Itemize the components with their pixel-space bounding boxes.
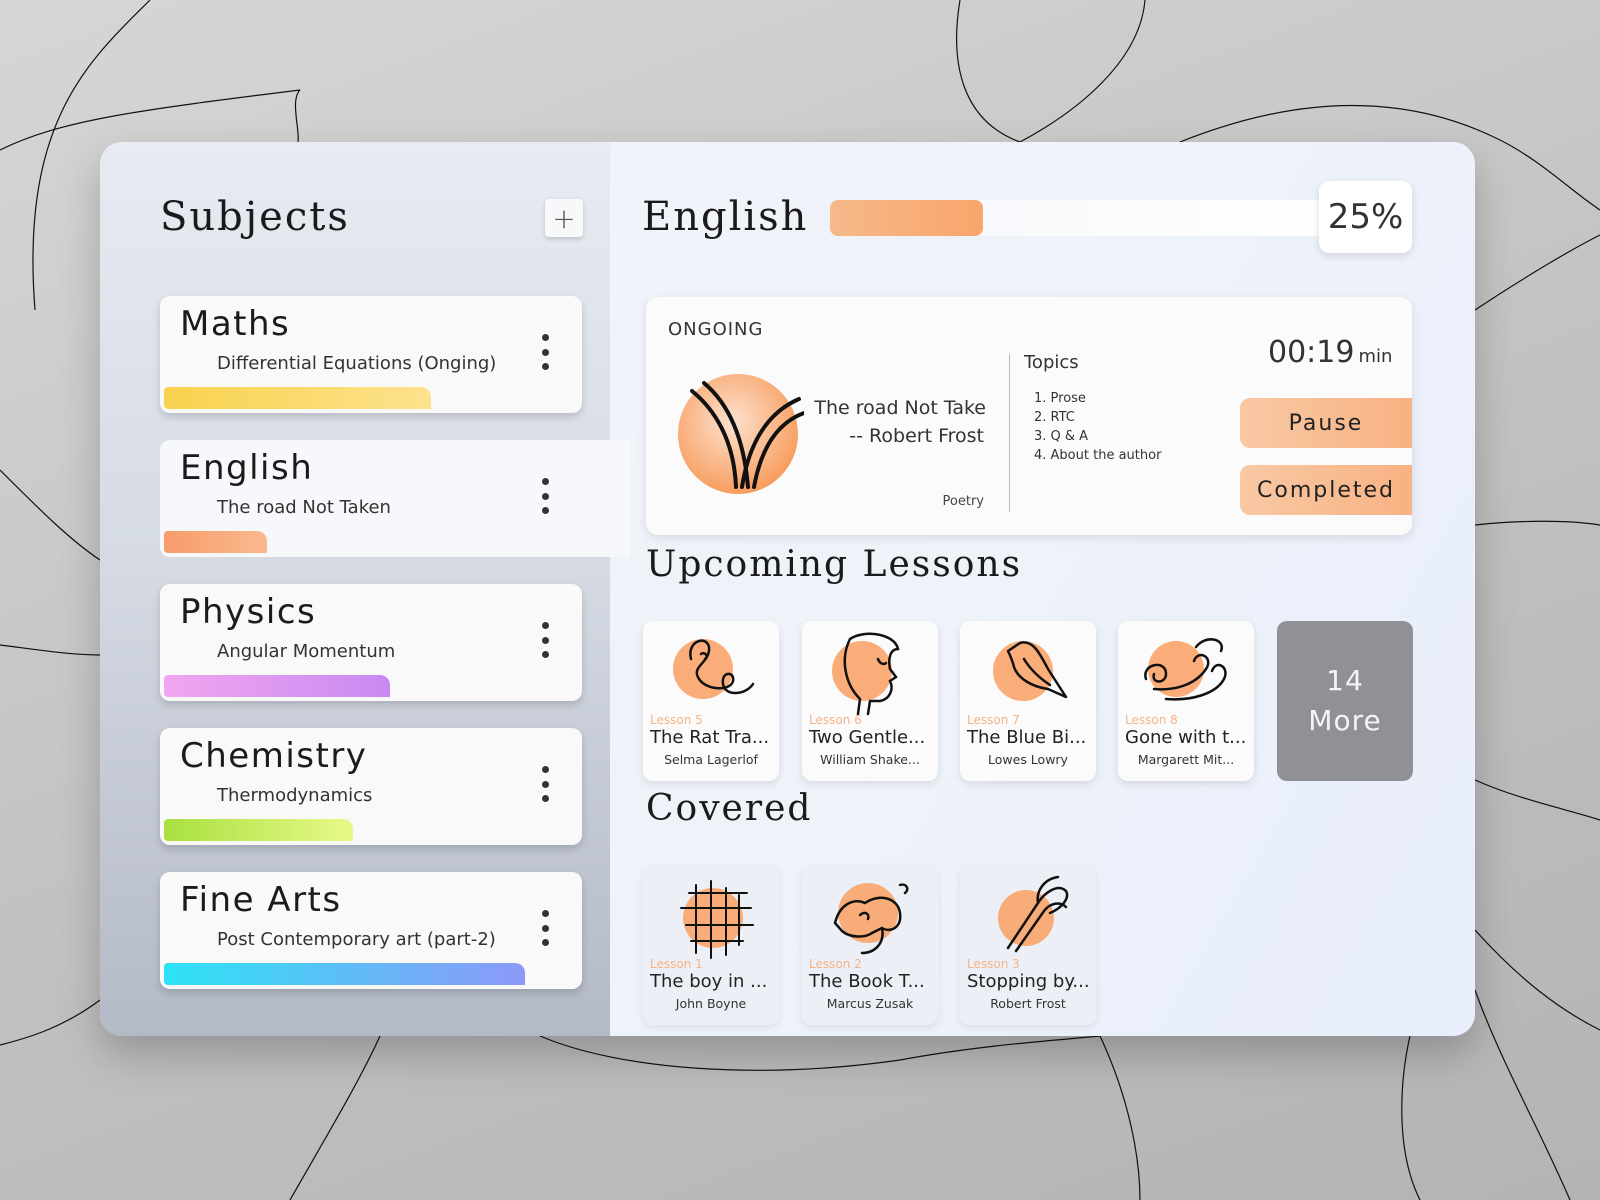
divider <box>1009 354 1010 512</box>
app-window: Subjects + Maths Differential Equations … <box>100 142 1475 1036</box>
lesson-author: Lowes Lowry <box>988 752 1068 767</box>
subject-progress-bar <box>164 387 431 409</box>
subject-progress-bar <box>164 531 267 553</box>
sidebar: Subjects + Maths Differential Equations … <box>100 142 630 1036</box>
course-progress-track <box>830 200 1330 236</box>
road-fork-icon <box>678 374 804 494</box>
subject-topic: Thermodynamics <box>217 785 373 806</box>
lesson-title: The Book T... <box>809 971 925 992</box>
subject-name: Fine Arts <box>180 880 342 920</box>
more-options-icon[interactable] <box>538 622 552 658</box>
wind-icon <box>1144 638 1227 701</box>
lesson-title: Two Gentle... <box>809 727 926 748</box>
completed-button[interactable]: Completed <box>1240 465 1412 515</box>
lesson-number: Lesson 3 <box>967 957 1020 971</box>
ongoing-lesson-title: The road Not Take <box>814 397 986 419</box>
subject-card-fine-arts[interactable]: Fine Arts Post Contemporary art (part-2) <box>160 872 582 989</box>
subject-name: English <box>180 448 314 488</box>
more-options-icon[interactable] <box>538 478 552 514</box>
course-progress-fill <box>830 200 983 236</box>
more-count: 14 <box>1326 664 1364 697</box>
grid-stripes-icon <box>680 880 754 959</box>
pause-button[interactable]: Pause <box>1240 398 1412 448</box>
upcoming-lesson-card[interactable]: Lesson 7 The Blue Bi... Lowes Lowry <box>960 621 1096 781</box>
lesson-number: Lesson 8 <box>1125 713 1178 727</box>
lesson-number: Lesson 2 <box>809 957 862 971</box>
lesson-author: Marcus Zusak <box>826 996 914 1011</box>
lesson-title: Gone with t... <box>1125 727 1247 748</box>
subject-topic: Angular Momentum <box>217 641 396 662</box>
ongoing-label: ONGOING <box>668 319 764 340</box>
subject-progress-bar <box>164 963 525 985</box>
subject-card-maths[interactable]: Maths Differential Equations (Onging) <box>160 296 582 413</box>
topic-item: 3. Q & A <box>1034 429 1089 444</box>
lesson-number: Lesson 7 <box>967 713 1020 727</box>
plus-icon: + <box>552 201 576 235</box>
rat-icon <box>673 639 755 699</box>
topic-item: 4. About the author <box>1034 448 1162 463</box>
book-thief-icon <box>833 883 909 955</box>
sidebar-title: Subjects <box>160 194 350 240</box>
lesson-number: Lesson 5 <box>650 713 703 727</box>
lesson-title: The Rat Tra... <box>650 727 770 748</box>
lesson-author: Robert Frost <box>990 996 1066 1011</box>
upcoming-lesson-card[interactable]: Lesson 5 The Rat Tra... Selma Lagerlof <box>643 621 779 781</box>
subject-progress-bar <box>164 675 390 697</box>
topic-item: 2. RTC <box>1034 410 1075 425</box>
topic-item: 1. Prose <box>1034 391 1086 406</box>
topics-list: 1. Prose 2. RTC 3. Q & A 4. About the au… <box>1034 389 1161 465</box>
add-subject-button[interactable]: + <box>545 199 583 237</box>
subject-name: Chemistry <box>180 736 368 776</box>
lesson-number: Lesson 6 <box>809 713 862 727</box>
lesson-author: Selma Lagerlof <box>664 752 758 767</box>
face-profile-icon <box>832 632 900 716</box>
covered-lesson-card[interactable]: Lesson 3 Stopping by... Robert Frost <box>960 865 1096 1025</box>
more-label: More <box>1308 704 1382 737</box>
bird-icon <box>993 641 1068 701</box>
covered-title: Covered <box>646 788 813 829</box>
covered-lesson-card[interactable]: Lesson 2 The Book T... Marcus Zusak <box>802 865 938 1025</box>
ongoing-lesson-author: -- Robert Frost <box>849 425 984 447</box>
course-progress-percent: 25% <box>1319 181 1412 253</box>
lesson-title: The Blue Bi... <box>967 727 1087 748</box>
upcoming-lesson-card[interactable]: Lesson 8 Gone with t... Margarett Mit... <box>1118 621 1254 781</box>
page-title: English <box>642 194 809 240</box>
ongoing-lesson-genre: Poetry <box>942 494 984 509</box>
more-options-icon[interactable] <box>538 910 552 946</box>
topics-title: Topics <box>1024 352 1079 373</box>
upcoming-lessons-title: Upcoming Lessons <box>646 544 1023 585</box>
timer-unit: min <box>1358 346 1393 367</box>
subject-topic: Differential Equations (Onging) <box>217 353 497 374</box>
lesson-author: John Boyne <box>675 996 747 1011</box>
subject-topic: The road Not Taken <box>217 497 391 518</box>
more-lessons-button[interactable]: 14 More <box>1277 621 1413 781</box>
more-options-icon[interactable] <box>538 334 552 370</box>
lesson-timer: 00:19 min <box>1268 335 1392 370</box>
timer-value: 00:19 <box>1268 335 1355 370</box>
ongoing-lesson-card: ONGOING The road Not Take -- Robert Fros… <box>646 297 1412 535</box>
lesson-number: Lesson 1 <box>650 957 703 971</box>
covered-lesson-card[interactable]: Lesson 1 The boy in ... John Boyne <box>643 865 779 1025</box>
subject-name: Maths <box>180 304 291 344</box>
lesson-title: Stopping by... <box>967 971 1090 992</box>
lesson-author: William Shake... <box>820 752 920 767</box>
subject-card-chemistry[interactable]: Chemistry Thermodynamics <box>160 728 582 845</box>
lesson-title: The boy in ... <box>650 971 768 992</box>
horse-icon <box>998 875 1069 953</box>
lesson-author: Margarett Mit... <box>1137 752 1235 767</box>
subject-topic: Post Contemporary art (part-2) <box>217 929 496 950</box>
subject-name: Physics <box>180 592 317 632</box>
subject-card-physics[interactable]: Physics Angular Momentum <box>160 584 582 701</box>
subject-progress-bar <box>164 819 353 841</box>
upcoming-lesson-card[interactable]: Lesson 6 Two Gentle... William Shake... <box>802 621 938 781</box>
subject-card-english[interactable]: English The road Not Taken <box>160 440 630 557</box>
more-options-icon[interactable] <box>538 766 552 802</box>
